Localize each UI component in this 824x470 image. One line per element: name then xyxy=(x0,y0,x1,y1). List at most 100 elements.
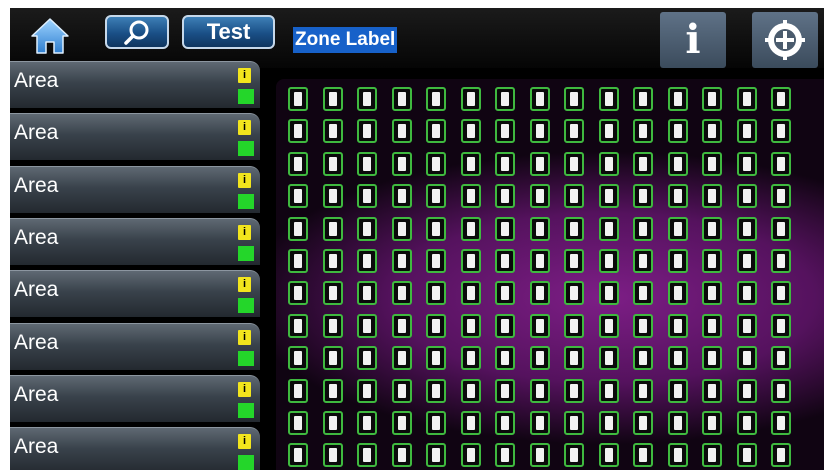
zone-icon[interactable] xyxy=(357,184,377,209)
zone-icon[interactable] xyxy=(598,281,619,306)
zone-icon[interactable] xyxy=(633,184,653,209)
zone-icon[interactable] xyxy=(391,151,412,176)
zone-icon[interactable] xyxy=(391,216,412,241)
zone-icon[interactable] xyxy=(357,249,377,273)
zone-icon[interactable] xyxy=(598,443,619,468)
zone-icon[interactable] xyxy=(598,249,619,273)
zone-icon[interactable] xyxy=(495,87,515,111)
zone-icon[interactable] xyxy=(357,346,377,371)
zone-icon[interactable] xyxy=(529,87,550,111)
zone-icon[interactable] xyxy=(736,443,757,468)
zone-icon[interactable] xyxy=(564,249,584,273)
zone-icon[interactable] xyxy=(633,216,653,241)
zone-icon[interactable] xyxy=(702,281,722,306)
zone-icon[interactable] xyxy=(495,313,515,338)
zone-icon[interactable] xyxy=(564,411,584,435)
zone-icon[interactable] xyxy=(702,378,722,403)
zone-icon[interactable] xyxy=(426,411,446,435)
zone-icon[interactable] xyxy=(495,249,515,273)
zone-icon[interactable] xyxy=(357,443,377,468)
zone-icon[interactable] xyxy=(771,443,791,468)
zone-icon[interactable] xyxy=(426,443,446,468)
zone-icon[interactable] xyxy=(736,313,757,338)
zone-icon[interactable] xyxy=(702,119,722,144)
zone-icon[interactable] xyxy=(633,87,653,111)
zone-icon[interactable] xyxy=(495,346,515,371)
zone-icon[interactable] xyxy=(288,378,308,403)
zone-icon[interactable] xyxy=(391,119,412,144)
zone-icon[interactable] xyxy=(736,87,757,111)
zone-icon[interactable] xyxy=(495,378,515,403)
zone-icon[interactable] xyxy=(529,119,550,144)
zone-icon[interactable] xyxy=(529,281,550,306)
zone-icon[interactable] xyxy=(736,216,757,241)
area-item[interactable]: Area i xyxy=(10,427,260,470)
home-button[interactable] xyxy=(28,16,72,56)
zone-icon[interactable] xyxy=(598,216,619,241)
zone-icon[interactable] xyxy=(460,378,481,403)
zone-icon[interactable] xyxy=(633,378,653,403)
zone-icon[interactable] xyxy=(322,119,343,144)
area-item[interactable]: Area i xyxy=(10,374,260,422)
zone-icon[interactable] xyxy=(288,313,308,338)
zone-icon[interactable] xyxy=(288,184,308,209)
zone-icon[interactable] xyxy=(426,281,446,306)
zone-icon[interactable] xyxy=(564,346,584,371)
zone-icon[interactable] xyxy=(598,346,619,371)
zone-icon[interactable] xyxy=(771,216,791,241)
zone-icon[interactable] xyxy=(426,346,446,371)
settings-button[interactable] xyxy=(752,12,818,68)
zone-icon[interactable] xyxy=(633,313,653,338)
zone-icon[interactable] xyxy=(702,249,722,273)
zone-icon[interactable] xyxy=(391,378,412,403)
zone-icon[interactable] xyxy=(529,378,550,403)
zone-icon[interactable] xyxy=(564,184,584,209)
zone-icon[interactable] xyxy=(322,313,343,338)
zone-icon[interactable] xyxy=(288,281,308,306)
zone-icon[interactable] xyxy=(426,87,446,111)
zone-icon[interactable] xyxy=(667,346,688,371)
zone-icon[interactable] xyxy=(633,346,653,371)
zone-icon[interactable] xyxy=(667,313,688,338)
zone-icon[interactable] xyxy=(529,313,550,338)
zone-icon[interactable] xyxy=(667,378,688,403)
zone-icon[interactable] xyxy=(460,87,481,111)
zone-icon[interactable] xyxy=(288,151,308,176)
zone-icon[interactable] xyxy=(322,184,343,209)
zone-icon[interactable] xyxy=(529,184,550,209)
zone-icon[interactable] xyxy=(702,184,722,209)
zone-icon[interactable] xyxy=(357,313,377,338)
zone-icon[interactable] xyxy=(667,87,688,111)
zone-icon[interactable] xyxy=(564,87,584,111)
zone-icon[interactable] xyxy=(495,443,515,468)
zone-icon[interactable] xyxy=(426,313,446,338)
zone-icon[interactable] xyxy=(495,216,515,241)
zone-icon[interactable] xyxy=(564,119,584,144)
zone-icon[interactable] xyxy=(288,346,308,371)
zone-icon[interactable] xyxy=(667,216,688,241)
zone-icon[interactable] xyxy=(633,281,653,306)
zone-icon[interactable] xyxy=(564,281,584,306)
zone-icon[interactable] xyxy=(426,119,446,144)
zone-icon[interactable] xyxy=(426,216,446,241)
zone-icon[interactable] xyxy=(391,411,412,435)
zone-icon[interactable] xyxy=(771,281,791,306)
zone-icon[interactable] xyxy=(598,411,619,435)
zone-icon[interactable] xyxy=(426,378,446,403)
zone-icon[interactable] xyxy=(460,281,481,306)
zone-icon[interactable] xyxy=(702,411,722,435)
zone-icon[interactable] xyxy=(529,216,550,241)
zone-icon[interactable] xyxy=(495,411,515,435)
zone-icon[interactable] xyxy=(771,313,791,338)
zone-icon[interactable] xyxy=(736,151,757,176)
zone-icon[interactable] xyxy=(460,249,481,273)
zone-icon[interactable] xyxy=(702,443,722,468)
zone-icon[interactable] xyxy=(322,216,343,241)
zone-icon[interactable] xyxy=(633,411,653,435)
zone-icon[interactable] xyxy=(529,151,550,176)
zone-icon[interactable] xyxy=(564,216,584,241)
zone-icon[interactable] xyxy=(288,87,308,111)
zone-icon[interactable] xyxy=(322,378,343,403)
zone-icon[interactable] xyxy=(460,313,481,338)
zone-icon[interactable] xyxy=(771,378,791,403)
